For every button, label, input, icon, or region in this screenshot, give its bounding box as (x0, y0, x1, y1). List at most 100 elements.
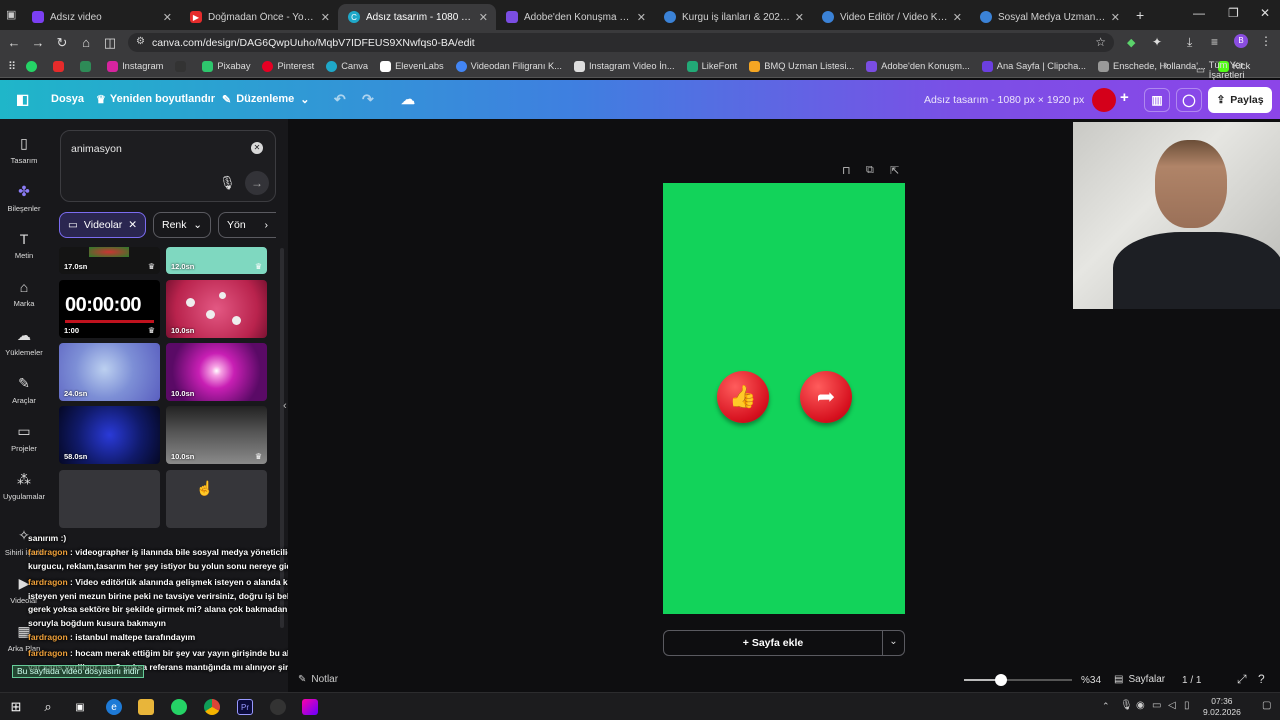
battery-icon[interactable]: ▯ (1184, 700, 1190, 711)
analytics-icon[interactable]: ▥ (1144, 88, 1170, 112)
media-icon[interactable]: ≡ (1211, 35, 1218, 49)
windows-start-icon[interactable]: ⊞ (8, 699, 24, 715)
like-bubble-icon[interactable]: 👍 (717, 371, 769, 423)
more-bookmarks-icon[interactable]: » (1163, 60, 1169, 71)
rail-design[interactable]: ▯ Tasarım (0, 135, 48, 165)
bookmark-enschede[interactable]: Enschede, Hollanda'... (1098, 60, 1206, 72)
bookmark-edge[interactable] (80, 60, 95, 72)
help-icon[interactable]: ? (1258, 672, 1265, 686)
bookmark-elevenlabs[interactable]: ElevenLabs (380, 60, 444, 72)
volume-icon[interactable]: ◁ (1168, 700, 1176, 711)
redo-icon[interactable]: ↷ (362, 91, 374, 108)
video-thumb[interactable]: 00:00:00 1:00 ♛ (59, 280, 160, 338)
bookmark-p[interactable] (175, 60, 190, 72)
tab-sosyal-medya[interactable]: Sosyal Medya Uzmanı / Grafiker✕ (970, 4, 1128, 30)
tab-canva-design[interactable]: CAdsız tasarım - 1080 × 1920 px✕ (338, 4, 496, 30)
recording-indicator[interactable] (1092, 88, 1116, 112)
notification-icon[interactable]: ▢ (1262, 700, 1271, 711)
close-icon[interactable]: ✕ (128, 219, 137, 231)
microphone-icon[interactable]: 🎙 (219, 175, 236, 191)
site-info-icon[interactable]: ⚙ (136, 36, 145, 47)
share-bubble-icon[interactable]: ➦ (800, 371, 852, 423)
close-window-button[interactable]: ✕ (1260, 6, 1270, 20)
video-thumb[interactable]: 12.0sn ♛ (166, 247, 267, 274)
tab-adsiz-video[interactable]: Adsız video ✕ (22, 4, 180, 30)
rail-tools[interactable]: ✎ Araçlar (0, 375, 48, 405)
split-view-icon[interactable]: ◫ (98, 35, 122, 51)
cloud-save-icon[interactable]: ☁ (401, 91, 415, 108)
bookmark-clipchamp[interactable]: Ana Sayfa | Clipcha... (981, 60, 1086, 72)
bookmark-likefont[interactable]: LikeFont (686, 60, 737, 72)
undo-icon[interactable]: ↶ (334, 91, 346, 108)
search-icon[interactable]: ⌕ (40, 699, 56, 715)
close-icon[interactable]: ✕ (953, 11, 962, 24)
chrome-icon[interactable] (204, 699, 220, 715)
bookmark-instagram[interactable]: Instagram (107, 60, 163, 72)
tab-adobe[interactable]: Adobe'den Konuşma Sesini İyileştir✕ (496, 4, 654, 30)
tab-kurgu-ilanlari[interactable]: Kurgu iş ilanları & 2026'nın En İyi✕ (654, 4, 812, 30)
lock-icon[interactable]: ⊓ (842, 164, 851, 177)
profile-avatar[interactable]: B (1234, 34, 1248, 48)
video-thumb[interactable]: 24.0sn (59, 343, 160, 401)
all-bookmarks[interactable]: ▭ Tüm Yer İşaretleri (1196, 60, 1280, 80)
close-icon[interactable]: ✕ (795, 11, 804, 24)
bookmark-whatsapp[interactable] (26, 60, 41, 72)
file-explorer-icon[interactable] (138, 699, 154, 715)
zoom-slider-thumb[interactable] (995, 674, 1007, 686)
tab-search-icon[interactable]: ▣ (6, 8, 16, 21)
search-submit-icon[interactable]: → (245, 171, 269, 195)
filter-chip-direction[interactable]: Yön › (218, 212, 276, 238)
edit-mode-dropdown[interactable]: ✎ Düzenleme ⌄ (222, 93, 310, 106)
file-menu[interactable]: Dosya (51, 93, 84, 105)
close-icon[interactable]: ✕ (637, 11, 646, 24)
duplicate-icon[interactable]: ⧉ (866, 164, 874, 177)
tray-app-icon[interactable]: ◉ (1136, 700, 1145, 711)
forward-icon[interactable]: → (26, 35, 50, 50)
search-box[interactable]: animasyon ✕ 🎙 → (60, 130, 276, 202)
design-page[interactable]: 👍 ➦ (663, 183, 905, 614)
apps-grid-icon[interactable]: ⠿ (8, 60, 16, 73)
rail-brand[interactable]: ⌂ Marka (0, 279, 48, 308)
bookmark-instagram-video[interactable]: Instagram Video İn... (573, 60, 675, 72)
rail-elements[interactable]: ✤ Bileşenler (0, 183, 48, 213)
network-icon[interactable]: ▭ (1152, 700, 1161, 711)
zoom-level[interactable]: %34 (1081, 675, 1101, 686)
tray-chevron-icon[interactable]: ⌃ (1102, 701, 1110, 712)
pages-button[interactable]: ▤ Sayfalar (1114, 674, 1165, 685)
resize-button[interactable]: ♛ Yeniden boyutlandır (96, 93, 215, 106)
rail-text[interactable]: T Metin (0, 231, 48, 260)
download-icon[interactable]: ⤓ (1187, 35, 1192, 50)
tab-video-editor[interactable]: Video Editör / Video Kurgu Uzmanı✕ (812, 4, 970, 30)
extension-icon[interactable]: ◆ (1127, 36, 1135, 49)
download-video-row[interactable]: Bu sayfada video dosyasını indir (12, 665, 145, 678)
document-title[interactable]: Adsız tasarım - 1080 px × 1920 px (924, 94, 1084, 106)
filter-chip-color[interactable]: Renk ⌄ (153, 212, 211, 238)
fullscreen-icon[interactable]: ⤢ (1237, 672, 1247, 687)
video-thumb[interactable]: 58.0sn (59, 406, 160, 464)
reload-icon[interactable]: ↻ (50, 35, 74, 51)
tab-youtube[interactable]: ▶Doğmadan Önce - YouTube✕ (180, 4, 338, 30)
whatsapp-icon[interactable] (171, 699, 187, 715)
home-icon[interactable]: ⌂ (74, 35, 98, 50)
bookmark-pinterest[interactable]: Pinterest (262, 60, 314, 72)
bookmark-canva[interactable]: Canva (326, 60, 368, 72)
back-icon[interactable]: ← (2, 35, 26, 50)
zoom-slider-track[interactable] (964, 674, 1072, 686)
obs-icon[interactable] (270, 699, 286, 715)
minimize-button[interactable]: — (1193, 6, 1205, 20)
microphone-icon[interactable]: 🎙 (1120, 700, 1133, 711)
video-thumb[interactable]: 10.0sn ♛ (166, 406, 267, 464)
filter-chip-videos[interactable]: ▭ Videolar ✕ (59, 212, 146, 238)
system-clock[interactable]: 07:36 9.02.2026 (1203, 696, 1241, 718)
close-icon[interactable]: ✕ (163, 11, 172, 24)
task-view-icon[interactable]: ▣ (72, 699, 88, 715)
close-icon[interactable]: ✕ (321, 11, 330, 24)
comment-icon[interactable]: ◯ (1176, 88, 1202, 112)
edge-icon[interactable]: e (106, 699, 122, 715)
puzzle-icon[interactable]: ✦ (1152, 35, 1162, 49)
new-tab-button[interactable]: + (1136, 7, 1144, 23)
collapse-panel-icon[interactable]: ‹ (283, 400, 287, 412)
chevron-down-icon[interactable]: ⌄ (882, 631, 904, 655)
add-page-button[interactable]: + Sayfa ekle (664, 637, 882, 649)
notes-button[interactable]: ✎ Notlar (298, 674, 338, 685)
